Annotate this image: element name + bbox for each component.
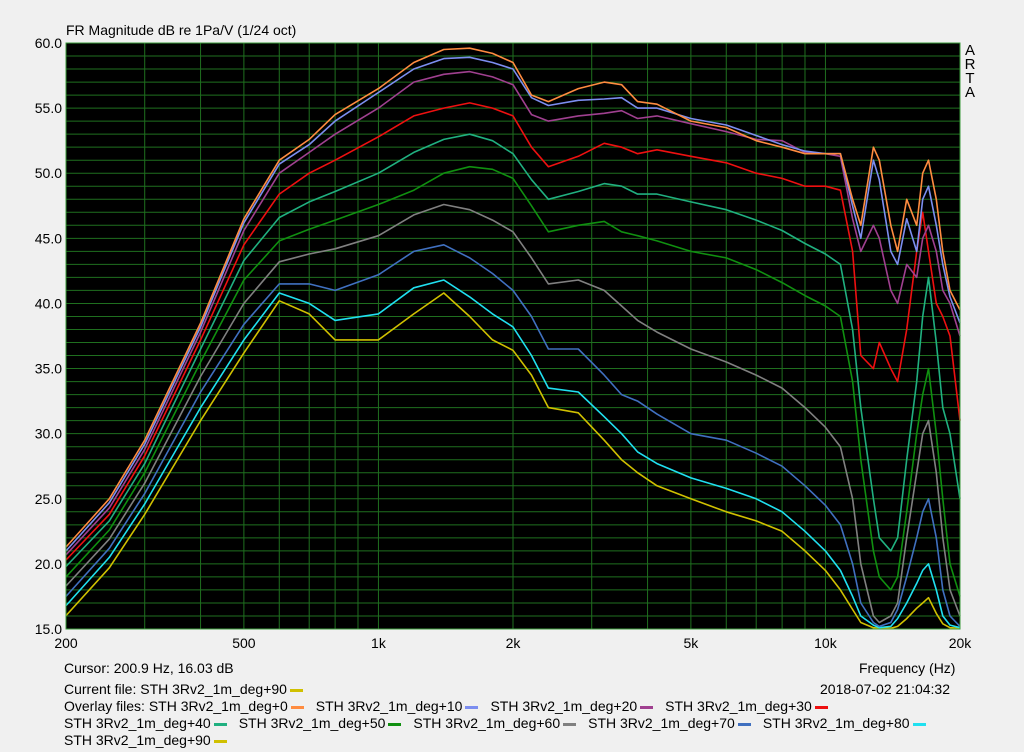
x-tick-label: 20k [949, 635, 973, 651]
legend-item: STH 3Rv2_1m_deg+90 [64, 732, 227, 748]
x-tick-label: 500 [232, 635, 256, 651]
legend-item-label: STH 3Rv2_1m_deg+20 [490, 698, 638, 714]
chart-title: FR Magnitude dB re 1Pa/V (1/24 oct) [66, 22, 297, 38]
y-tick-label: 50.0 [35, 165, 62, 181]
x-tick-label: 1k [371, 635, 387, 651]
grid-lines [66, 43, 960, 629]
overlay-files-label: Overlay files: [64, 698, 149, 714]
legend-item-label: STH 3Rv2_1m_deg+40 [64, 715, 211, 731]
y-tick-label: 30.0 [35, 426, 62, 442]
x-axis-label: Frequency (Hz) [859, 660, 956, 676]
frequency-response-chart: 15.020.025.030.035.040.045.050.055.060.0… [35, 35, 973, 651]
legend-swatch [213, 739, 227, 743]
legend-swatch [465, 705, 479, 709]
current-file-row: Current file: STH 3Rv2_1m_deg+90 [64, 681, 303, 697]
legend-item: STH 3Rv2_1m_deg+40 [64, 715, 227, 731]
y-tick-label: 35.0 [35, 361, 62, 377]
x-tick-label: 200 [54, 635, 78, 651]
x-tick-label: 2k [506, 635, 522, 651]
cursor-readout: Cursor: 200.9 Hz, 16.03 dB [64, 660, 234, 676]
legend-item-label: STH 3Rv2_1m_deg+80 [762, 715, 910, 731]
legend-swatch [388, 722, 402, 726]
arta-brand: ARTA [964, 43, 976, 101]
legend-item-label: STH 3Rv2_1m_deg+70 [588, 715, 735, 731]
legend-item: STH 3Rv2_1m_deg+30 [665, 698, 828, 714]
x-tick-label: 10k [814, 635, 838, 651]
legend-item: STH 3Rv2_1m_deg+20 [490, 698, 654, 714]
legend-item: STH 3Rv2_1m_deg+0 [149, 698, 304, 714]
legend-item-label: STH 3Rv2_1m_deg+60 [413, 715, 561, 731]
legend-item: STH 3Rv2_1m_deg+80 [763, 715, 926, 731]
legend-item-label: STH 3Rv2_1m_deg+30 [665, 698, 812, 714]
legend-item: STH 3Rv2_1m_deg+70 [588, 715, 751, 731]
legend-item: STH 3Rv2_1m_deg+10 [316, 698, 479, 714]
legend-swatch [563, 722, 577, 726]
x-tick-label: 5k [683, 635, 699, 651]
legend-swatch [814, 705, 828, 709]
current-file-name: STH 3Rv2_1m_deg+90 [140, 681, 287, 697]
y-tick-label: 45.0 [35, 230, 62, 246]
legend-item: STH 3Rv2_1m_deg+50 [239, 715, 402, 731]
legend-item: STH 3Rv2_1m_deg+60 [413, 715, 577, 731]
y-tick-label: 40.0 [35, 295, 62, 311]
timestamp: 2018-07-02 21:04:32 [820, 681, 950, 697]
y-tick-label: 55.0 [35, 100, 62, 116]
brand-letter: A [964, 84, 975, 101]
legend-swatch [290, 705, 304, 709]
y-tick-label: 60.0 [35, 35, 62, 51]
y-tick-label: 20.0 [35, 556, 62, 572]
y-tick-label: 25.0 [35, 491, 62, 507]
current-file-swatch [289, 688, 303, 692]
legend-item-label: STH 3Rv2_1m_deg+10 [315, 698, 463, 714]
current-file-label: Current file: [64, 681, 141, 697]
legend-row: STH 3Rv2_1m_deg+90 [64, 732, 227, 748]
legend-swatch [640, 705, 654, 709]
legend-swatch [912, 722, 926, 726]
legend-item-label: STH 3Rv2_1m_deg+50 [238, 715, 386, 731]
legend-row: Overlay files: STH 3Rv2_1m_deg+0 STH 3Rv2… [64, 698, 828, 714]
legend-swatch [737, 722, 751, 726]
legend-row: STH 3Rv2_1m_deg+40 STH 3Rv2_1m_deg+50 STH … [64, 715, 926, 731]
legend-item-label: STH 3Rv2_1m_deg+90 [64, 732, 211, 748]
legend-swatch [213, 722, 227, 726]
legend-item-label: STH 3Rv2_1m_deg+0 [148, 698, 288, 714]
